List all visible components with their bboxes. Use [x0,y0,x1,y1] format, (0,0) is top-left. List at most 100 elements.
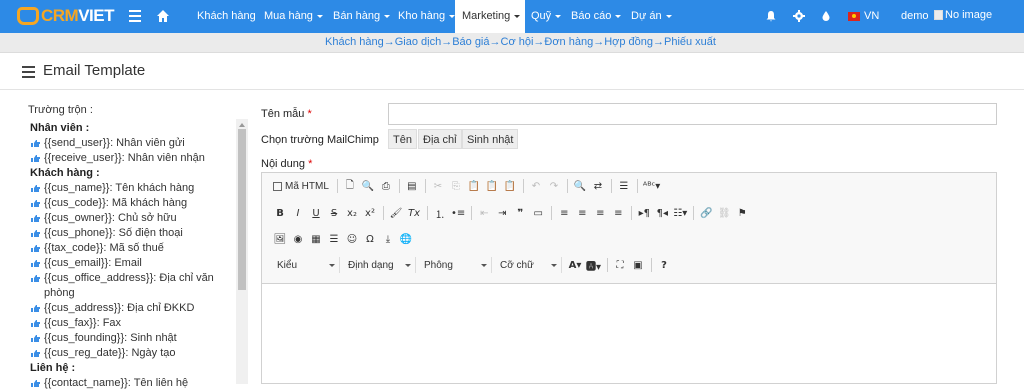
replace-icon[interactable]: ⇄ [591,178,605,194]
iframe-icon[interactable]: 🌐 [399,231,413,247]
outdent-icon[interactable]: ⇤ [477,205,491,221]
merge-field-item[interactable]: {{cus_email}}: Email [30,256,234,271]
redo-icon[interactable]: ↷ [547,178,561,194]
list-icon [22,66,35,78]
numbered-list-icon[interactable]: ⒈ [433,205,447,221]
mailchimp-field-ten[interactable]: Tên [388,129,417,149]
blockquote-icon[interactable]: ❞ [513,205,527,221]
hand-pointer-icon [31,200,40,207]
scrollbar-thumb[interactable] [238,129,246,290]
process-path-links[interactable]: Khách hàng→Giao dịch→Báo giá→Cơ hội→Đơn … [325,36,716,48]
special-char-icon[interactable]: Ω [363,231,377,247]
styles-select[interactable]: Kiểu [273,257,340,273]
remove-format-icon[interactable]: Tx [407,205,421,221]
merge-field-item[interactable]: {{cus_code}}: Mã khách hàng [30,196,234,211]
strikethrough-icon[interactable]: S [327,205,341,221]
merge-field-item[interactable]: {{cus_phone}}: Số điện thoại [30,226,234,241]
smiley-icon[interactable]: ☺ [345,231,359,247]
background-color-icon[interactable]: 🅰▾ [586,257,601,273]
language-label[interactable]: VN [864,0,879,33]
user-name[interactable]: demo [901,0,929,33]
link-icon[interactable]: 🔗 [699,205,713,221]
find-icon[interactable]: 🔍 [573,178,587,194]
scroll-up-arrow-icon[interactable] [239,123,245,127]
font-size-select[interactable]: Cỡ chữ [496,257,562,273]
paste-word-icon[interactable]: 📋 [503,178,517,194]
horizontal-line-icon[interactable]: ☰ [327,231,341,247]
print-icon[interactable]: ⎙ [379,178,393,194]
copy-format-icon[interactable]: 🖌 [389,205,403,221]
flash-icon[interactable]: ◉ [291,231,305,247]
nav-ban-hang[interactable]: Bán hàng [333,0,391,33]
home-icon[interactable] [156,9,170,23]
paste-icon[interactable]: 📋 [467,178,481,194]
vietnam-flag-icon[interactable] [848,12,860,21]
merge-field-item[interactable]: {{cus_address}}: Địa chỉ ĐKKD [30,301,234,316]
nav-quy[interactable]: Quỹ [531,0,562,33]
gear-icon[interactable] [793,10,805,22]
superscript-icon[interactable]: x² [363,205,377,221]
tint-icon[interactable] [820,10,832,22]
mailchimp-field-dia-chi[interactable]: Địa chỉ [418,129,462,149]
copy-icon[interactable]: ⎘ [449,178,463,194]
hand-pointer-icon [31,335,40,342]
menu-toggle-icon[interactable] [129,10,141,22]
merge-field-item[interactable]: {{cus_name}}: Tên khách hàng [30,181,234,196]
anchor-flag-icon[interactable]: ⚑ [735,205,749,221]
templates-icon[interactable]: ▤ [405,178,419,194]
bell-icon[interactable] [765,10,777,22]
spellcheck-icon[interactable]: ᴬᴮᶜ▾ [643,178,660,194]
cut-icon[interactable]: ✂ [431,178,445,194]
page-break-icon[interactable]: ⤓ [381,231,395,247]
merge-field-item[interactable]: {{cus_owner}}: Chủ sở hữu [30,211,234,226]
unlink-icon[interactable]: ⛓ [717,205,731,221]
select-all-icon[interactable]: ☰ [617,178,631,194]
merge-field-item[interactable]: {{cus_founding}}: Sinh nhật [30,331,234,346]
table-icon[interactable]: ▦ [309,231,323,247]
nav-khach-hang[interactable]: Khách hàng [197,0,256,33]
align-left-icon[interactable]: ≡ [557,205,571,221]
image-icon[interactable]: 🖼 [273,231,287,247]
text-color-icon[interactable]: A▾ [568,257,582,273]
avatar[interactable]: No image [934,9,992,21]
template-name-input[interactable] [388,103,997,125]
nav-mua-hang[interactable]: Mua hàng [264,0,323,33]
align-center-icon[interactable]: ≡ [575,205,589,221]
indent-icon[interactable]: ⇥ [495,205,509,221]
merge-field-item[interactable]: {{cus_office_address}}: Địa chỉ văn phòn… [30,271,234,301]
nav-du-an[interactable]: Dự án [631,0,672,33]
underline-icon[interactable]: U [309,205,323,221]
bold-icon[interactable]: B [273,205,287,221]
merge-list-scrollbar[interactable] [236,119,248,384]
create-div-icon[interactable]: ▭ [531,205,545,221]
format-select[interactable]: Định dạng [344,257,416,273]
font-select[interactable]: Phông [420,257,492,273]
undo-icon[interactable]: ↶ [529,178,543,194]
merge-field-item[interactable]: {{receive_user}}: Nhân viên nhận [30,151,234,166]
align-right-icon[interactable]: ≡ [593,205,607,221]
nav-bao-cao[interactable]: Báo cáo [571,0,622,33]
paste-text-icon[interactable]: 📋 [485,178,499,194]
help-icon[interactable]: ? [657,257,671,273]
justify-icon[interactable]: ≡ [611,205,625,221]
maximize-icon[interactable]: ⛶ [613,257,627,273]
bulleted-list-icon[interactable]: •≡ [451,205,465,221]
merge-field-item[interactable]: {{cus_reg_date}}: Ngày tạo [30,346,234,361]
merge-field-item[interactable]: {{cus_fax}}: Fax [30,316,234,331]
text-direction-rtl-icon[interactable]: ¶◂ [655,205,669,221]
new-page-icon[interactable]: 🗋 [343,178,357,194]
source-button[interactable]: Mã HTML [273,178,329,194]
italic-icon[interactable]: I [291,205,305,221]
mailchimp-field-sinh-nhat[interactable]: Sinh nhật [462,129,519,149]
show-blocks-icon[interactable]: ▣ [631,257,645,273]
nav-kho-hang[interactable]: Kho hàng [398,0,456,33]
subscript-icon[interactable]: x₂ [345,205,359,221]
editor-content-area[interactable] [262,284,996,383]
merge-field-item[interactable]: {{send_user}}: Nhân viên gửi [30,136,234,151]
preview-icon[interactable]: 🔍 [361,178,375,194]
nav-marketing[interactable]: Marketing [455,0,525,33]
text-direction-ltr-icon[interactable]: ▸¶ [637,205,651,221]
merge-field-item[interactable]: {{tax_code}}: Mã số thuế [30,241,234,256]
brand-logo[interactable]: CRMVIET [17,6,115,26]
language-icon[interactable]: ☷▾ [673,205,687,221]
